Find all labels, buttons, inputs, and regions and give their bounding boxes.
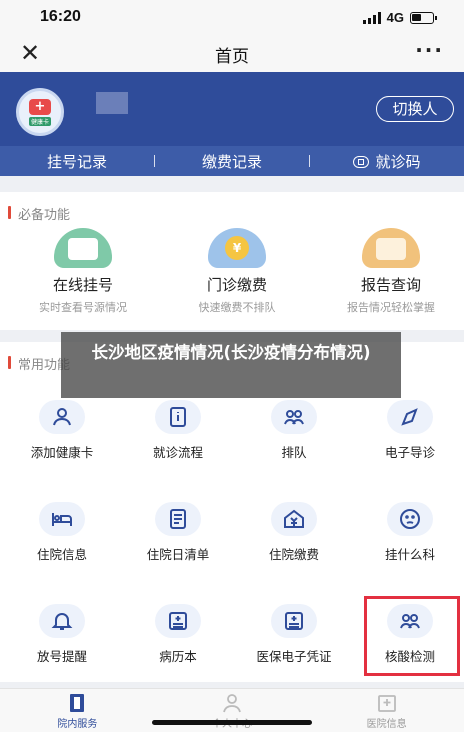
user-name-masked [96,92,128,114]
item-label: 挂什么科 [384,547,435,562]
home-indicator[interactable] [152,720,312,725]
item-label: 在线挂号 [52,276,113,294]
visit-code-icon [353,155,370,168]
yen-coin-icon: ¥ [208,228,266,268]
online-registration-item[interactable]: 在线挂号 实时查看号源情况 [6,228,160,315]
item-label: 排队 [281,445,307,460]
add-health-card-item[interactable]: 添加健康卡 [4,400,120,461]
yen-house-icon [271,502,317,536]
item-label: 医保电子凭证 [256,649,332,664]
medical-record-icon [155,604,201,638]
hospital-services-icon [65,693,89,713]
person-icon [220,693,244,713]
caption-overlay: 长沙地区疫情情况(长沙疫情分布情况) [61,332,401,398]
medical-record-item[interactable]: 病历本 [120,604,236,665]
divider [309,155,310,167]
compass-icon [387,400,433,434]
essential-functions-card: 必备功能 在线挂号 实时查看号源情况 ¥ 门诊缴费 快速缴费不排队 报告查询 报… [0,192,464,330]
tab-payment-records[interactable]: 缴费记录 [155,151,309,172]
item-subtitle: 实时查看号源情况 [39,301,127,314]
report-query-item[interactable]: 报告查询 报告情况轻松掌握 [314,228,464,315]
section-title: 必备功能 [8,204,70,223]
header-banner: + 健康卡 切换人 挂号记录 缴费记录 就诊码 [0,72,464,176]
outpatient-payment-item[interactable]: ¥ 门诊缴费 快速缴费不排队 [160,228,314,315]
tab-hospital-services[interactable]: 院内服务 [0,689,155,732]
status-bar: 16:20 4G [0,0,464,36]
network-type: 4G [386,10,404,25]
signal-icon [362,11,381,24]
e-guide-item[interactable]: 电子导诊 [352,400,464,461]
health-card-logo: + 健康卡 [16,88,64,136]
item-label: 住院缴费 [268,547,319,562]
report-search-icon [362,228,420,268]
status-time: 16:20 [40,8,81,25]
visit-process-item[interactable]: 就诊流程 [120,400,236,461]
switch-person-button[interactable]: 切换人 [376,96,454,122]
item-label: 住院日清单 [146,547,210,562]
hospital-info-icon [375,693,399,713]
user-add-icon [39,400,85,434]
inpatient-info-item[interactable]: 住院信息 [4,502,120,563]
question-face-icon [387,502,433,536]
page-title: 首页 [215,47,249,67]
insurance-card-icon [271,604,317,638]
item-label: 报告查询 [360,276,421,294]
highlight-box [364,596,460,676]
tab-label: 院内服务 [57,719,98,730]
tab-visit-code[interactable]: 就诊码 [310,151,464,172]
tab-hospital-info[interactable]: 医院信息 [309,689,464,732]
tab-label: 医院信息 [366,719,407,730]
queue-people-icon [271,400,317,434]
which-department-item[interactable]: 挂什么科 [352,502,464,563]
logo-text: 健康卡 [28,116,51,126]
item-label: 病历本 [159,649,197,664]
tab-label: 缴费记录 [201,152,262,171]
divider [154,155,155,167]
tab-label: 就诊码 [375,152,421,171]
number-release-reminder-item[interactable]: 放号提醒 [4,604,120,665]
item-label: 电子导诊 [384,445,435,460]
calendar-icon [54,228,112,268]
nav-bar: ✕ 首页 ··· [0,36,464,72]
queue-item[interactable]: 排队 [236,400,352,461]
header-tabs: 挂号记录 缴费记录 就诊码 [0,146,464,176]
status-indicators: 4G [362,10,437,25]
item-label: 门诊缴费 [206,276,267,294]
battery-icon [410,11,437,24]
item-label: 就诊流程 [152,445,203,460]
bell-icon [39,604,85,638]
tab-label: 挂号记录 [46,152,107,171]
daily-list-item[interactable]: 住院日清单 [120,502,236,563]
more-icon[interactable]: ··· [415,38,444,62]
item-label: 住院信息 [36,547,87,562]
item-subtitle: 报告情况轻松掌握 [347,301,435,314]
hospital-bed-icon [39,502,85,536]
item-label: 放号提醒 [36,649,87,664]
info-document-icon [155,400,201,434]
tab-personal-center[interactable]: 个人中心 [155,689,310,732]
daily-list-icon [155,502,201,536]
inpatient-payment-item[interactable]: 住院缴费 [236,502,352,563]
cross-icon: + [29,98,51,115]
item-label: 添加健康卡 [30,445,94,460]
bottom-tab-bar: 院内服务 个人中心 医院信息 [0,688,464,732]
tab-registration-records[interactable]: 挂号记录 [0,151,154,172]
medical-insurance-credential-item[interactable]: 医保电子凭证 [236,604,352,665]
item-subtitle: 快速缴费不排队 [198,301,276,314]
